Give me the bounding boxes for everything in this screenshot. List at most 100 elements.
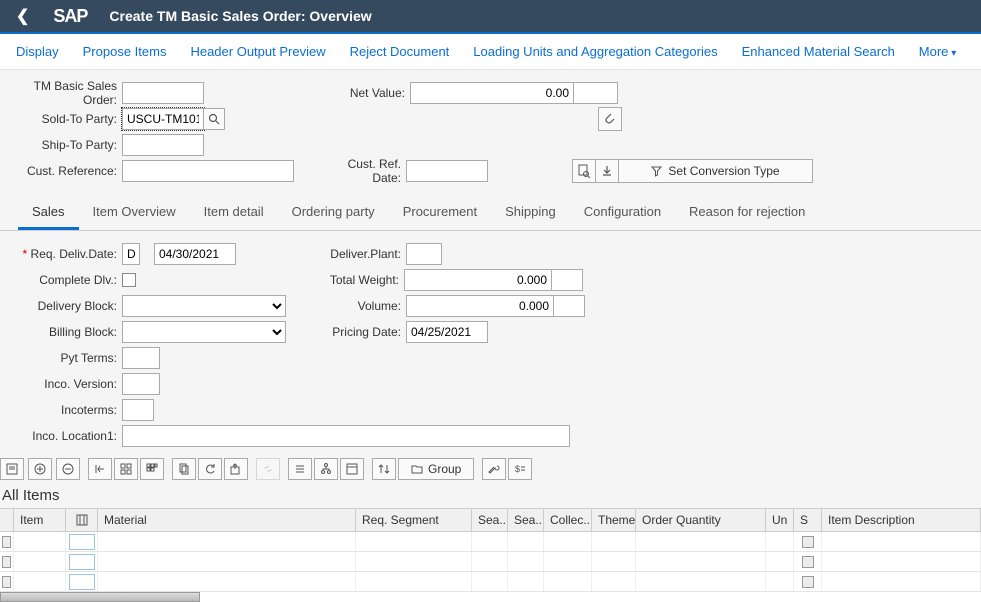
tab-reason-rejection[interactable]: Reason for rejection	[675, 196, 819, 230]
list-button[interactable]	[288, 458, 312, 480]
req-deliv-date-input[interactable]	[154, 243, 236, 265]
delivery-block-select[interactable]	[122, 295, 286, 317]
net-value-currency-input[interactable]	[573, 82, 618, 104]
tab-ordering-party[interactable]: Ordering party	[278, 196, 389, 230]
complete-dlv-checkbox[interactable]	[122, 273, 136, 287]
col-collection[interactable]: Collec...	[544, 509, 592, 531]
col-item-desc[interactable]: Item Description	[822, 509, 981, 531]
inco-location-input[interactable]	[122, 425, 570, 447]
settings-button[interactable]	[482, 458, 506, 480]
enhanced-material-search-button[interactable]: Enhanced Material Search	[730, 38, 907, 65]
cust-reference-input[interactable]	[122, 160, 294, 182]
grid-large-icon	[146, 463, 158, 475]
table-row[interactable]	[0, 532, 981, 552]
search-icon	[208, 113, 220, 125]
copy-button[interactable]	[172, 458, 196, 480]
inco-version-input[interactable]	[122, 373, 160, 395]
group-button[interactable]: Group	[398, 458, 474, 480]
download-button[interactable]	[595, 159, 619, 183]
col-season2[interactable]: Sea...	[508, 509, 544, 531]
material-cell-input[interactable]	[69, 534, 95, 550]
s-cell[interactable]	[802, 556, 814, 568]
cust-ref-date-input[interactable]	[406, 160, 488, 182]
export-button[interactable]	[224, 458, 248, 480]
incoterms-input[interactable]	[122, 399, 154, 421]
col-material[interactable]: Material	[98, 509, 356, 531]
row-selector[interactable]	[2, 556, 11, 568]
show-detail-button[interactable]	[0, 458, 24, 480]
loading-units-button[interactable]: Loading Units and Aggregation Categories	[461, 38, 729, 65]
col-select-all[interactable]	[0, 509, 14, 531]
wrench-icon	[488, 463, 500, 475]
row-selector[interactable]	[2, 536, 11, 548]
volume-unit-input[interactable]	[553, 295, 585, 317]
ship-to-party-input[interactable]	[122, 134, 204, 156]
horizontal-scrollbar[interactable]	[0, 592, 200, 602]
link-button	[256, 458, 280, 480]
row-selector[interactable]	[2, 576, 11, 588]
grid-small-button[interactable]	[114, 458, 138, 480]
col-item[interactable]: Item	[14, 509, 66, 531]
paperclip-icon	[604, 112, 616, 126]
col-season1[interactable]: Sea...	[472, 509, 508, 531]
tab-sales[interactable]: Sales	[18, 196, 79, 230]
set-conversion-type-button[interactable]: Set Conversion Type	[618, 159, 813, 183]
pyt-terms-input[interactable]	[122, 347, 160, 369]
sold-to-search-button[interactable]	[203, 108, 225, 130]
s-cell[interactable]	[802, 536, 814, 548]
collapse-button[interactable]	[88, 458, 112, 480]
column-config-icon	[76, 514, 88, 526]
billing-block-select[interactable]	[122, 321, 286, 343]
sales-order-input[interactable]	[122, 82, 204, 104]
sort-button[interactable]	[372, 458, 396, 480]
label-deliver-plant: Deliver.Plant:	[236, 247, 406, 261]
label-pyt-terms: Pyt Terms:	[0, 351, 122, 365]
pricing-date-input[interactable]	[406, 321, 488, 343]
delete-item-button[interactable]	[56, 458, 80, 480]
back-button[interactable]: ❮	[8, 2, 37, 30]
tab-item-detail[interactable]: Item detail	[190, 196, 278, 230]
net-value-input[interactable]	[410, 82, 574, 104]
header-output-preview-button[interactable]: Header Output Preview	[178, 38, 337, 65]
tab-item-overview[interactable]: Item Overview	[79, 196, 190, 230]
col-material-icon[interactable]	[66, 509, 98, 531]
col-unit[interactable]: Un	[766, 509, 794, 531]
s-cell[interactable]	[802, 576, 814, 588]
propose-items-button[interactable]: Propose Items	[71, 38, 179, 65]
hierarchy-button[interactable]	[314, 458, 338, 480]
req-deliv-type-input[interactable]	[122, 243, 140, 265]
material-cell-input[interactable]	[69, 574, 95, 590]
tab-procurement[interactable]: Procurement	[389, 196, 491, 230]
table-row[interactable]	[0, 552, 981, 572]
col-req-segment[interactable]: Req. Segment	[356, 509, 472, 531]
hierarchy-icon	[320, 463, 332, 475]
deliver-plant-input[interactable]	[406, 243, 442, 265]
total-weight-input[interactable]	[404, 269, 552, 291]
display-button[interactable]: Display	[4, 38, 71, 65]
more-dropdown[interactable]: More	[907, 38, 968, 65]
total-weight-unit-input[interactable]	[551, 269, 583, 291]
grid-large-button[interactable]	[140, 458, 164, 480]
volume-input[interactable]	[406, 295, 554, 317]
detail-icon	[6, 463, 18, 475]
currency-button[interactable]: $	[508, 458, 532, 480]
layout-button[interactable]	[340, 458, 364, 480]
label-pricing-date: Pricing Date:	[286, 325, 406, 339]
tab-configuration[interactable]: Configuration	[570, 196, 675, 230]
grid-header: Item Material Req. Segment Sea... Sea...…	[0, 508, 981, 532]
material-cell-input[interactable]	[69, 554, 95, 570]
attachment-button[interactable]	[598, 107, 622, 131]
label-billing-block: Billing Block:	[0, 325, 122, 339]
table-row[interactable]	[0, 572, 981, 592]
col-theme[interactable]: Theme	[592, 509, 636, 531]
label-req-deliv-date: Req. Deliv.Date:	[0, 247, 122, 261]
add-item-button[interactable]	[28, 458, 52, 480]
detail-tabs: Sales Item Overview Item detail Ordering…	[0, 196, 981, 231]
doc-flow-button[interactable]	[572, 159, 596, 183]
col-order-qty[interactable]: Order Quantity	[636, 509, 766, 531]
tab-shipping[interactable]: Shipping	[491, 196, 570, 230]
sold-to-party-input[interactable]	[122, 108, 204, 130]
refresh-button[interactable]	[198, 458, 222, 480]
col-s[interactable]: S	[794, 509, 822, 531]
reject-document-button[interactable]: Reject Document	[338, 38, 462, 65]
